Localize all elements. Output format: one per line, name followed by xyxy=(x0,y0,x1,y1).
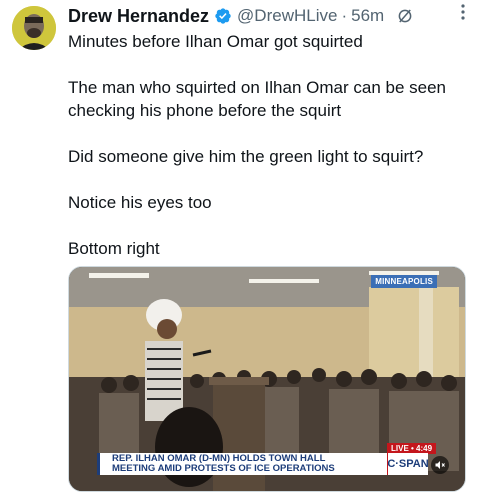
news-chyron: REP. ILHAN OMAR (D-MN) HOLDS TOWN HALL M… xyxy=(97,453,388,475)
verified-badge-icon xyxy=(214,7,232,25)
more-options-icon[interactable] xyxy=(453,0,473,24)
grok-icon[interactable] xyxy=(396,7,414,25)
tweet-text: Minutes before Ilhan Omar got squirted T… xyxy=(68,30,468,260)
network-logo: C·SPAN xyxy=(387,453,429,475)
tweet-line: The man who squirted on Ilhan Omar can b… xyxy=(68,78,446,120)
tweet-line: Bottom right xyxy=(68,239,160,258)
location-bug: MINNEAPOLIS xyxy=(371,275,437,288)
author-handle[interactable]: @DrewHLive xyxy=(237,6,337,26)
live-label: LIVE xyxy=(391,444,409,453)
header-separator: · xyxy=(341,6,348,25)
tweet-header: Drew Hernandez @DrewHLive · 56m xyxy=(68,4,465,28)
live-time: 4:49 xyxy=(416,444,433,453)
video-player[interactable]: MINNEAPOLIS LIVE • 4:49 REP. ILHAN OMAR … xyxy=(68,266,466,492)
chyron-line: MEETING AMID PROTESTS OF ICE OPERATIONS xyxy=(112,463,335,474)
author-name[interactable]: Drew Hernandez xyxy=(68,6,209,27)
avatar-portrait xyxy=(12,6,56,50)
tweet-line: Did someone give him the green light to … xyxy=(68,147,424,166)
tweet-line: Minutes before Ilhan Omar got squirted xyxy=(68,32,363,51)
mute-icon[interactable] xyxy=(431,456,449,474)
tweet-line: Notice his eyes too xyxy=(68,193,212,212)
avatar[interactable] xyxy=(12,6,56,50)
tweet-time[interactable]: 56m xyxy=(351,6,384,26)
